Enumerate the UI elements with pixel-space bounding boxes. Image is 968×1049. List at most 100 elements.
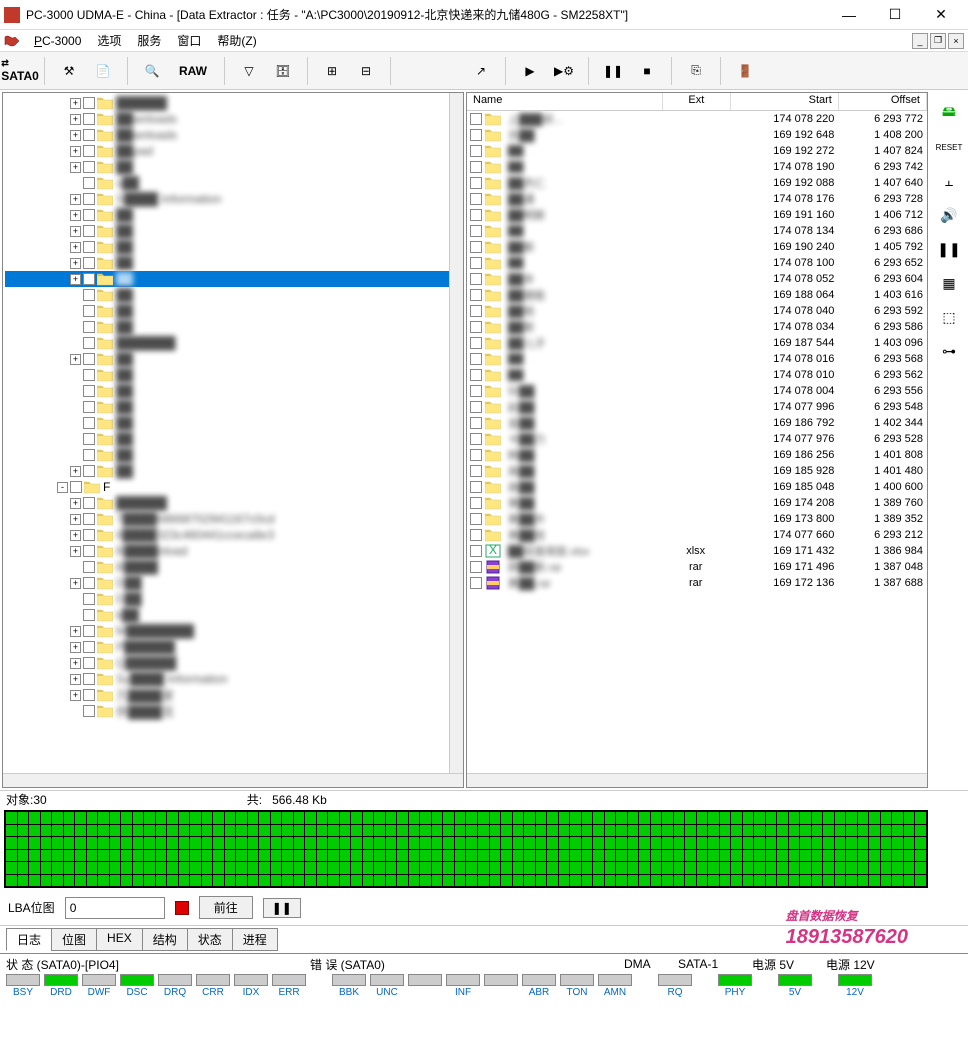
tab-状态[interactable]: 状态: [187, 928, 233, 951]
tools-button[interactable]: ⚒: [55, 57, 83, 85]
list-row[interactable]: 黄██169 174 2081 389 760: [467, 495, 927, 511]
exit-button[interactable]: 🚪: [731, 57, 759, 85]
expander-icon[interactable]: +: [70, 514, 81, 525]
tree-row[interactable]: +万████家: [5, 687, 461, 703]
checkbox[interactable]: [470, 129, 482, 141]
expander-icon[interactable]: +: [70, 210, 81, 221]
checkbox[interactable]: [83, 241, 95, 253]
checkbox[interactable]: [83, 193, 95, 205]
play-options-button[interactable]: ▶⚙: [550, 57, 578, 85]
menu-1[interactable]: 选项: [89, 32, 129, 50]
checkbox[interactable]: [470, 257, 482, 269]
list-row[interactable]: 高██169 185 0481 400 600: [467, 479, 927, 495]
list-row[interactable]: 高██169 185 9281 401 480: [467, 463, 927, 479]
folder-tree[interactable]: +██████+██wnloads+██wnloads+██pad+██s██+…: [3, 93, 463, 773]
checkbox[interactable]: [70, 481, 82, 493]
list-scrollbar-h[interactable]: [467, 773, 927, 787]
list-row[interactable]: 珍██174 078 0046 293 556: [467, 383, 927, 399]
checkbox[interactable]: [83, 209, 95, 221]
lba-bitmap[interactable]: [4, 810, 928, 888]
filter-button[interactable]: ▽: [235, 57, 263, 85]
pause-button[interactable]: ❚❚: [599, 57, 627, 85]
tree-row[interactable]: ██: [5, 367, 461, 383]
close-button[interactable]: ✕: [918, 0, 964, 30]
checkbox[interactable]: [83, 561, 95, 573]
tree-row[interactable]: +Q██████: [5, 655, 461, 671]
tree-row[interactable]: D██: [5, 591, 461, 607]
list-row[interactable]: ██174 078 0106 293 562: [467, 367, 927, 383]
checkbox[interactable]: [470, 305, 482, 317]
report-button[interactable]: 📄: [89, 57, 117, 85]
file-list[interactable]: 上███研...174 078 2206 293 772京██169 192 6…: [467, 111, 927, 773]
tree-row[interactable]: +██: [5, 351, 461, 367]
menu-3[interactable]: 窗口: [169, 32, 209, 50]
checkbox[interactable]: [83, 577, 95, 589]
menu-2[interactable]: 服务: [129, 32, 169, 50]
tree-scrollbar-v[interactable]: [449, 93, 463, 773]
expander-icon[interactable]: +: [70, 530, 81, 541]
checkbox[interactable]: [470, 177, 482, 189]
col-start[interactable]: Start: [731, 93, 839, 110]
tree-row[interactable]: +B████nload: [5, 543, 461, 559]
list-row[interactable]: 顾██斯.rarrar169 171 4961 387 048: [467, 559, 927, 575]
checkbox[interactable]: [470, 273, 482, 285]
tree-row[interactable]: ██: [5, 287, 461, 303]
menu-0[interactable]: PC-3000: [26, 32, 89, 50]
checkbox[interactable]: [83, 609, 95, 621]
checkbox[interactable]: [83, 689, 95, 701]
tree-row[interactable]: ██: [5, 399, 461, 415]
list-row[interactable]: ██锐174 078 0406 293 592: [467, 303, 927, 319]
expander-icon[interactable]: +: [70, 658, 81, 669]
expander-icon[interactable]: +: [70, 690, 81, 701]
mdi-minimize-button[interactable]: _: [912, 33, 928, 49]
checkbox[interactable]: [470, 369, 482, 381]
checkbox[interactable]: [470, 385, 482, 397]
list-row[interactable]: 京██169 192 6481 408 200: [467, 127, 927, 143]
checkbox[interactable]: [83, 705, 95, 717]
checkbox[interactable]: [83, 641, 95, 653]
checkbox[interactable]: [470, 321, 482, 333]
checkbox[interactable]: [470, 497, 482, 509]
list-row[interactable]: ██杰仁169 192 0881 407 640: [467, 175, 927, 191]
tree-row[interactable]: +██wnloads: [5, 111, 461, 127]
checkbox[interactable]: [83, 273, 95, 285]
checkbox[interactable]: [83, 529, 95, 541]
tree-row[interactable]: +██: [5, 271, 461, 287]
checkbox[interactable]: [470, 433, 482, 445]
checkbox[interactable]: [470, 401, 482, 413]
checkbox[interactable]: [470, 545, 482, 557]
tree-row[interactable]: +██pad: [5, 143, 461, 159]
checkbox[interactable]: [470, 209, 482, 221]
tree-row[interactable]: +P██████: [5, 639, 461, 655]
search-button[interactable]: 🔍: [138, 57, 166, 85]
expander-icon[interactable]: +: [70, 258, 81, 269]
tree-scrollbar-h[interactable]: [3, 773, 463, 787]
list-row[interactable]: ██通174 078 1766 293 728: [467, 191, 927, 207]
expander-icon[interactable]: +: [70, 642, 81, 653]
lba-pause-button[interactable]: ❚❚: [263, 898, 301, 918]
checkbox[interactable]: [83, 145, 95, 157]
checkbox[interactable]: [83, 433, 95, 445]
checkbox[interactable]: [83, 593, 95, 605]
lba-input[interactable]: [65, 897, 165, 919]
tree-row[interactable]: +██: [5, 463, 461, 479]
checkbox[interactable]: [83, 129, 95, 141]
list-row[interactable]: ██明斯169 191 1601 406 712: [467, 207, 927, 223]
expander-icon[interactable]: +: [70, 274, 81, 285]
checkbox[interactable]: [470, 241, 482, 253]
list-row[interactable]: ██174 078 1906 293 742: [467, 159, 927, 175]
list-row[interactable]: ██174 078 0166 293 568: [467, 351, 927, 367]
checkbox[interactable]: [83, 97, 95, 109]
db-button[interactable]: 🗄: [269, 57, 297, 85]
checkbox[interactable]: [470, 337, 482, 349]
expander-icon[interactable]: +: [70, 498, 81, 509]
copy-button[interactable]: ⎘: [682, 57, 710, 85]
maximize-button[interactable]: ☐: [872, 0, 918, 30]
expander-icon[interactable]: +: [70, 162, 81, 173]
tab-结构[interactable]: 结构: [142, 928, 188, 951]
tree-row[interactable]: +7████68668702941167c0cd: [5, 511, 461, 527]
checkbox[interactable]: [83, 673, 95, 685]
checkbox[interactable]: [83, 401, 95, 413]
checkbox[interactable]: [470, 513, 482, 525]
tree-row[interactable]: ██: [5, 447, 461, 463]
